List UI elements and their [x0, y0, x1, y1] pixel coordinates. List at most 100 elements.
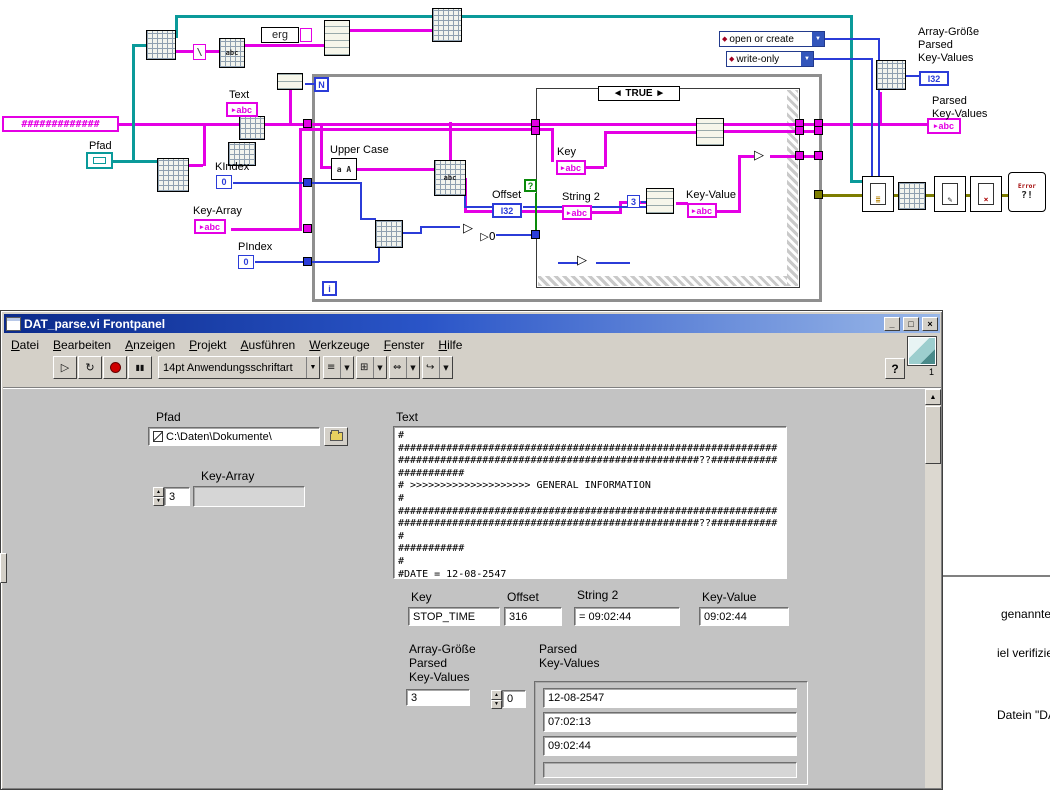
menu-item-werkzeuge[interactable]: Werkzeuge	[302, 337, 376, 353]
spreadsheet-string-node[interactable]: abc	[219, 38, 245, 68]
string2-terminal[interactable]: abc	[562, 205, 592, 220]
pfad-path-control[interactable]: C:\Daten\Dokumente\	[148, 427, 320, 446]
menu-item-ausführen[interactable]: Ausführen	[234, 337, 303, 353]
run-continuous-button[interactable]: ↻	[78, 356, 102, 379]
dropdown-icon[interactable]: ▼	[306, 357, 319, 378]
menu-item-fenster[interactable]: Fenster	[377, 337, 432, 353]
pfad-terminal[interactable]	[86, 152, 113, 169]
run-button[interactable]: ▷	[53, 356, 77, 379]
dropdown-icon[interactable]: ▼	[801, 52, 813, 66]
resize-objects-dropdown[interactable]: ⇔ ▼	[389, 356, 420, 379]
down-arrow-icon[interactable]: ▼	[491, 699, 502, 709]
write-file-node[interactable]: ✎	[934, 176, 966, 212]
bundle-node[interactable]	[432, 8, 462, 42]
write-only-ring[interactable]: ◆ write-only ▼	[726, 51, 814, 67]
erg-label[interactable]: erg	[261, 27, 299, 43]
wire-segment	[449, 122, 452, 162]
open-or-create-ring[interactable]: ◆ open or create ▼	[719, 31, 825, 47]
menu-item-hilfe[interactable]: Hilfe	[431, 337, 469, 353]
quotient-remainder-node[interactable]	[375, 220, 403, 248]
dropdown-icon[interactable]: ▼	[439, 357, 452, 378]
text-terminal[interactable]: abc	[226, 102, 258, 117]
parsed-index-stepper[interactable]: ▲ ▼	[491, 690, 502, 709]
key-value-field[interactable]: 09:02:44	[699, 607, 789, 626]
open-file-node[interactable]: ≣	[862, 176, 894, 212]
close-file-node[interactable]: ×	[970, 176, 1002, 212]
wire-segment	[590, 211, 622, 214]
backslash-constant[interactable]: \	[193, 44, 206, 60]
string2-field[interactable]: = 09:02:44	[574, 607, 680, 626]
build-array-node-top[interactable]	[324, 20, 350, 56]
text-display[interactable]: # ######################################…	[393, 426, 787, 579]
menu-item-datei[interactable]: Datei	[4, 337, 46, 353]
loop-count-terminal[interactable]: N	[314, 77, 329, 92]
reorder-objects-dropdown[interactable]: ↪ ▼	[422, 356, 453, 379]
array-size-terminal[interactable]: I32	[919, 71, 949, 86]
key-field[interactable]: STOP_TIME	[408, 607, 500, 626]
to-upper-case-node[interactable]: a A	[331, 158, 357, 180]
align-objects-dropdown[interactable]: ≡ ▼	[323, 356, 354, 379]
close-button[interactable]: ×	[922, 316, 938, 331]
wire-segment	[175, 15, 853, 18]
comparison-node[interactable]: ▷	[748, 146, 770, 164]
scroll-up-button[interactable]: ▲	[925, 389, 941, 405]
pindex-constant[interactable]: 0	[238, 255, 254, 269]
match-pattern-node[interactable]: abc	[434, 160, 466, 196]
array-size-field[interactable]: 3	[406, 689, 470, 706]
key-array-terminal[interactable]: abc	[194, 219, 226, 234]
menu-item-bearbeiten[interactable]: Bearbeiten	[46, 337, 118, 353]
dropdown-icon[interactable]: ▼	[340, 357, 353, 378]
increment-node[interactable]: ▷	[458, 220, 478, 236]
browse-button[interactable]	[324, 427, 348, 446]
error-handler-node[interactable]: Error ?!	[1008, 172, 1046, 212]
dropdown-icon[interactable]: ▼	[373, 357, 386, 378]
three-constant[interactable]: 3	[627, 195, 640, 208]
parsed-empty-element[interactable]	[543, 762, 797, 778]
scrollbar-thumb[interactable]	[925, 406, 941, 464]
maximize-button[interactable]: □	[903, 316, 919, 331]
down-arrow-icon[interactable]: ▼	[153, 496, 164, 506]
pause-button[interactable]: ▮▮	[128, 356, 152, 379]
case-selector-label[interactable]: ◄ TRUE ►	[598, 86, 680, 101]
key-value-terminal[interactable]: abc	[687, 203, 717, 218]
build-array-node[interactable]	[696, 118, 724, 146]
key-terminal[interactable]: abc	[556, 160, 586, 175]
offset-terminal[interactable]: I32	[492, 203, 522, 218]
key-array-element[interactable]	[193, 486, 305, 507]
hash-string-constant[interactable]: #############	[2, 116, 119, 132]
context-help-button[interactable]: ?	[885, 358, 905, 379]
greater-than-zero-node[interactable]: ▷0	[476, 228, 500, 244]
vertical-scrollbar[interactable]: ▲	[925, 389, 941, 788]
strip-path-node[interactable]	[146, 30, 176, 60]
abort-button[interactable]	[103, 356, 127, 379]
parsed-value-element[interactable]: 12-08-2547	[543, 688, 797, 708]
dropdown-icon[interactable]: ▼	[812, 32, 824, 46]
vi-icon[interactable]	[907, 336, 937, 366]
string-subset-node[interactable]	[646, 188, 674, 214]
parsed-value-element[interactable]: 09:02:44	[543, 736, 797, 756]
index-array-node[interactable]	[239, 116, 265, 140]
array-size-node[interactable]	[876, 60, 906, 90]
case-selector-terminal[interactable]: ?	[524, 179, 537, 192]
offset-field[interactable]: 316	[504, 607, 562, 626]
minimize-button[interactable]: _	[884, 316, 900, 331]
increment-node-2[interactable]: ▷	[572, 252, 592, 268]
key-array-index-value[interactable]: 3	[164, 487, 190, 506]
loop-iteration-terminal[interactable]: i	[322, 281, 337, 296]
string-length-node[interactable]	[277, 73, 303, 90]
font-selector[interactable]: 14pt Anwendungsschriftart ▼	[158, 356, 320, 379]
up-arrow-icon[interactable]: ▲	[491, 690, 502, 700]
read-text-file-node[interactable]	[157, 158, 189, 192]
kindex-constant[interactable]: 0	[216, 175, 232, 189]
key-array-index-stepper[interactable]: ▲ ▼	[153, 487, 164, 506]
title-bar[interactable]: DAT_parse.vi Frontpanel _ □ ×	[4, 314, 940, 333]
erg-string-constant[interactable]	[300, 28, 312, 42]
menu-item-projekt[interactable]: Projekt	[182, 337, 233, 353]
parsed-value-element[interactable]: 07:02:13	[543, 712, 797, 732]
parsed-index-value[interactable]: 0	[502, 690, 526, 708]
up-arrow-icon[interactable]: ▲	[153, 487, 164, 497]
menu-item-anzeigen[interactable]: Anzeigen	[118, 337, 182, 353]
dropdown-icon[interactable]: ▼	[406, 357, 419, 378]
file-access-node[interactable]	[898, 182, 926, 210]
distribute-objects-dropdown[interactable]: ⊞ ▼	[356, 356, 387, 379]
